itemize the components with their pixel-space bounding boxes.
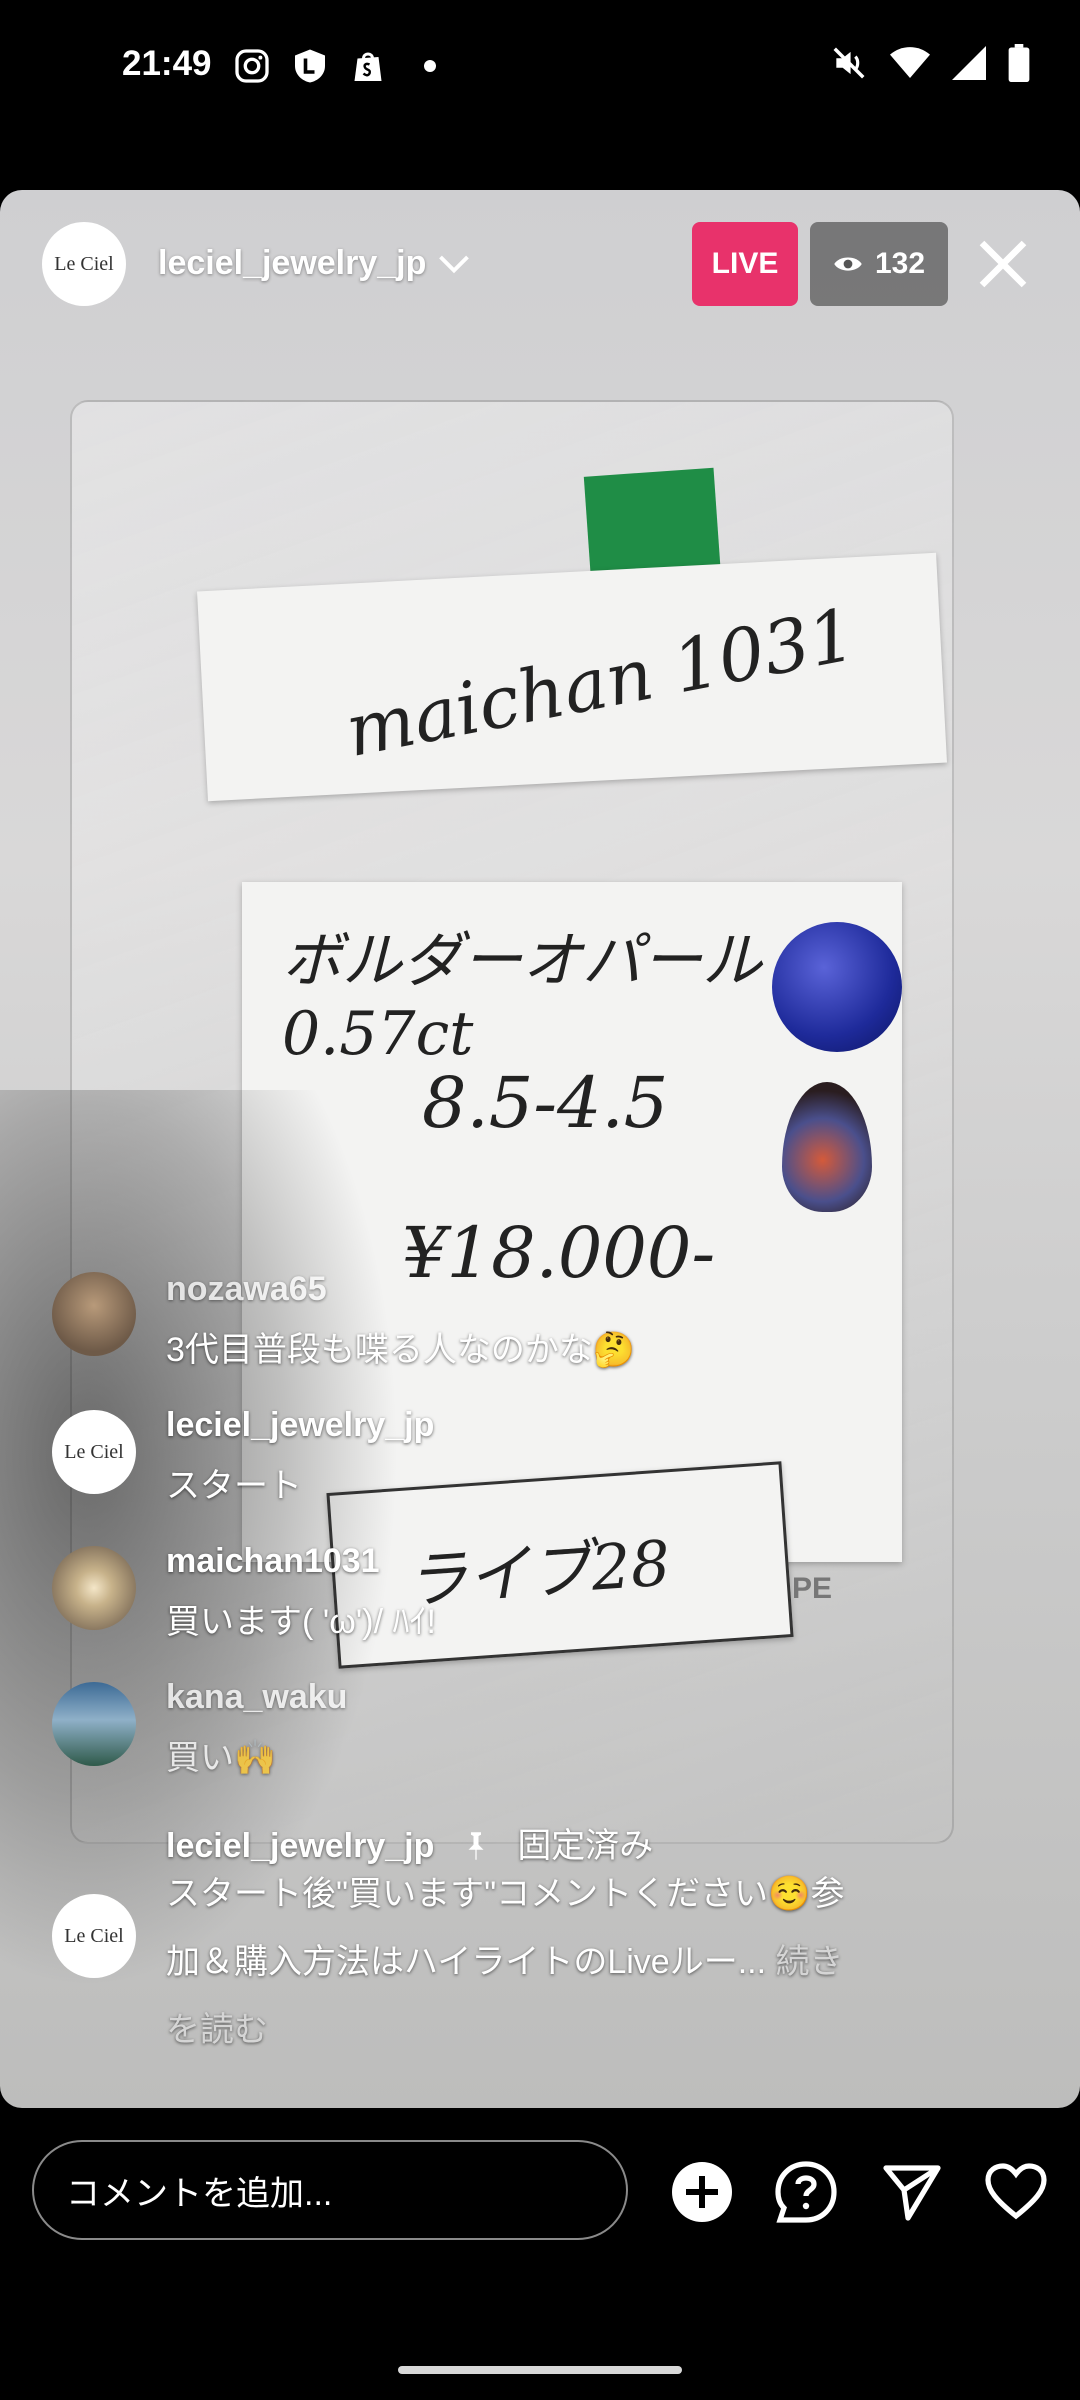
comment-text: 買い🙌 xyxy=(166,1739,277,1777)
instagram-icon xyxy=(235,49,269,83)
eye-icon xyxy=(834,257,862,271)
pinned-line-1: スタート後"買います"コメントください☺️参 xyxy=(166,1875,845,1913)
comment-text: 買います( 'ω')/ ﾊｲ! xyxy=(166,1603,436,1641)
question-icon[interactable] xyxy=(774,2160,838,2224)
signal-icon xyxy=(952,46,986,80)
shopify-bag-icon xyxy=(354,52,382,81)
live-number-text: ライブ28 xyxy=(403,1526,673,1618)
gem-price-text: ¥18.000- xyxy=(402,1212,716,1294)
dot-icon xyxy=(424,60,436,72)
comment-input[interactable]: コメントを追加... xyxy=(32,2140,628,2240)
pinned-line-2-text: 加＆購入方法はハイライトのLiveルー... xyxy=(166,1943,767,1981)
pin-icon xyxy=(468,1832,484,1860)
host-username[interactable]: leciel_jewelry_jp xyxy=(158,244,426,283)
comment-username[interactable]: nozawa65 xyxy=(166,1270,327,1309)
mute-icon xyxy=(833,47,865,79)
pinned-comment-text: スタート後"買います"コメントください☺️参 加＆購入方法はハイライトのLive… xyxy=(166,1860,966,2064)
opal-gem xyxy=(782,1082,872,1212)
comment-text: 3代目普段も喋る人なのかな🤔 xyxy=(166,1331,636,1369)
chevron-down-icon[interactable] xyxy=(436,248,472,278)
read-more-link-2[interactable]: を読む xyxy=(166,1996,966,2064)
viewer-count-badge[interactable]: 132 xyxy=(810,222,948,306)
send-icon[interactable] xyxy=(880,2160,944,2224)
read-more-link[interactable]: 続き xyxy=(775,1943,843,1981)
live-badge: LIVE xyxy=(692,222,798,306)
comment-text: スタート xyxy=(166,1467,302,1505)
name-card-text: maichan 1031 xyxy=(339,592,862,774)
wifi-icon xyxy=(890,47,930,78)
shield-l-icon xyxy=(295,49,325,83)
close-icon[interactable] xyxy=(975,236,1031,292)
comment-avatar[interactable] xyxy=(52,1682,136,1766)
viewer-count: 132 xyxy=(874,247,926,280)
pe-mark: PE xyxy=(792,1572,833,1605)
gem-size-text: 8.5-4.5 xyxy=(422,1062,669,1144)
status-bar: 21:49 xyxy=(0,0,1080,130)
heart-icon[interactable] xyxy=(984,2160,1048,2224)
name-card: maichan 1031 xyxy=(197,552,947,802)
comment-username[interactable]: leciel_jewelry_jp xyxy=(166,1406,434,1445)
battery-icon xyxy=(1008,44,1030,82)
comment-avatar[interactable] xyxy=(52,1272,136,1356)
host-avatar[interactable]: Le Ciel xyxy=(42,222,126,306)
blue-gem xyxy=(772,922,902,1052)
comment-avatar[interactable]: Le Ciel xyxy=(52,1410,136,1494)
comment-username[interactable]: kana_waku xyxy=(166,1678,347,1717)
home-indicator[interactable] xyxy=(398,2366,682,2374)
add-icon[interactable] xyxy=(670,2160,734,2224)
pinned-line-2: 加＆購入方法はハイライトのLiveルー... 続き xyxy=(166,1928,966,1996)
comment-username[interactable]: maichan1031 xyxy=(166,1542,380,1581)
status-time: 21:49 xyxy=(122,44,212,83)
comment-placeholder: コメントを追加... xyxy=(66,2174,333,2213)
comment-avatar[interactable]: Le Ciel xyxy=(52,1894,136,1978)
comment-avatar[interactable] xyxy=(52,1546,136,1630)
